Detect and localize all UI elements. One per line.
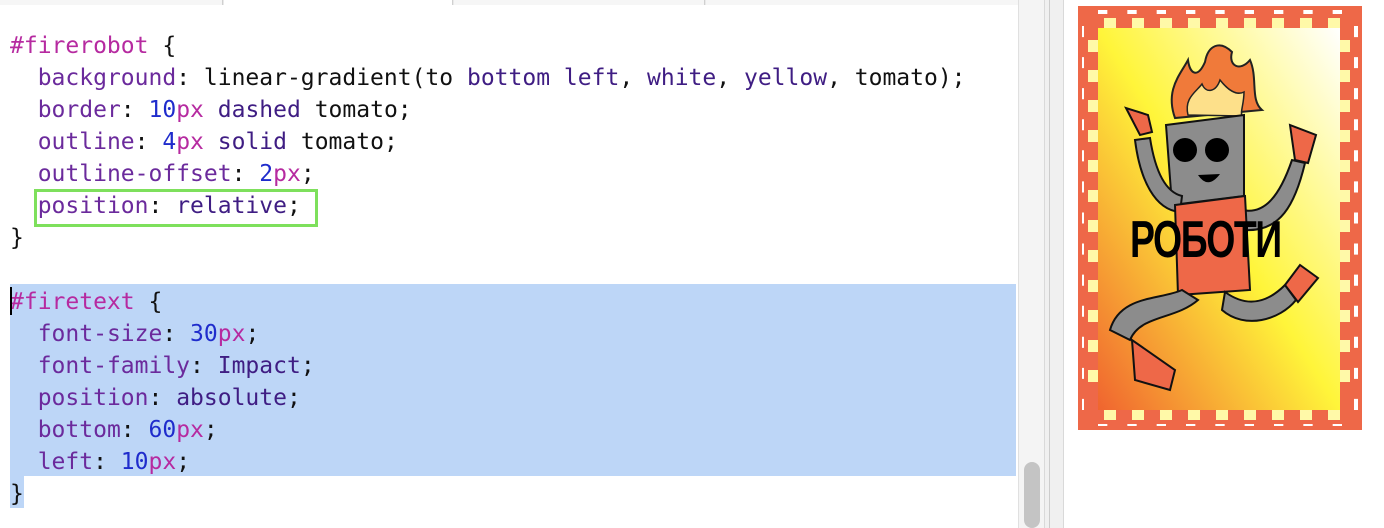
code-token: :: [134, 129, 163, 155]
code-token: #firetext: [10, 289, 135, 315]
code-token: 30: [190, 321, 218, 347]
code-token: ;: [245, 321, 260, 347]
code-token: : linear-gradient(to: [176, 65, 467, 91]
code-token: bottom left: [466, 65, 620, 91]
code-token: ,: [619, 65, 648, 91]
text-caret: [10, 287, 12, 315]
code-token: tomato;: [300, 97, 412, 123]
code-token: }: [10, 481, 24, 507]
code-token: px: [176, 129, 204, 155]
code-token: px: [273, 161, 301, 187]
code-line[interactable]: font-size: 30px;: [10, 318, 966, 350]
code-line[interactable]: #firetext {: [10, 286, 966, 318]
editor-scrollbar[interactable]: [1018, 0, 1045, 528]
code-token: outline: [37, 129, 135, 155]
code-line[interactable]: outline: 4px solid tomato;: [10, 126, 966, 158]
code-token: , tomato);: [827, 65, 966, 91]
code-token: {: [134, 289, 163, 315]
pane-splitter[interactable]: [1044, 0, 1064, 528]
code-lines[interactable]: #firerobot { background: linear-gradient…: [10, 30, 966, 510]
code-line[interactable]: outline-offset: 2px;: [10, 158, 966, 190]
code-token: tomato;: [287, 129, 398, 155]
code-token: :: [148, 385, 177, 411]
code-token: yellow: [743, 65, 828, 91]
firetext: РОБОТИ: [1130, 211, 1282, 269]
code-token: border: [37, 97, 121, 123]
code-line[interactable]: position: absolute;: [10, 382, 966, 414]
editor-scrollbar-thumb[interactable]: [1024, 462, 1040, 528]
code-token: :: [93, 449, 121, 475]
code-token: ;: [176, 449, 191, 475]
code-token: 4: [162, 129, 177, 155]
code-token: :: [190, 353, 218, 379]
code-token: ;: [286, 385, 301, 411]
code-token: Impact: [217, 353, 301, 379]
code-token: position: [37, 385, 149, 411]
code-token: px: [176, 417, 204, 443]
code-line[interactable]: background: linear-gradient(to bottom le…: [10, 62, 966, 94]
code-token: px: [148, 449, 177, 475]
code-token: ;: [300, 353, 315, 379]
code-token: bottom: [37, 417, 121, 443]
code-token: absolute: [176, 385, 287, 411]
code-line[interactable]: border: 10px dashed tomato;: [10, 94, 966, 126]
code-token: 10: [148, 97, 177, 123]
code-token: 2: [259, 161, 274, 187]
code-line[interactable]: }: [10, 478, 966, 510]
code-token: solid: [217, 129, 288, 155]
code-token: ;: [300, 161, 315, 187]
code-token: :: [120, 97, 149, 123]
code-line[interactable]: #firerobot {: [10, 30, 966, 62]
position-relative-highlight: [34, 189, 318, 227]
code-token: font-family: [37, 353, 191, 379]
code-token: left: [37, 449, 94, 475]
code-token: #firerobot: [10, 33, 149, 59]
code-token: outline-offset: [37, 161, 232, 187]
code-token: background: [37, 65, 177, 91]
code-line[interactable]: font-family: Impact;: [10, 350, 966, 382]
code-line[interactable]: bottom: 60px;: [10, 414, 966, 446]
splitter-grip: [1049, 0, 1050, 528]
code-line[interactable]: left: 10px;: [10, 446, 966, 478]
code-token: :: [231, 161, 260, 187]
code-token: 60: [148, 417, 177, 443]
code-token: px: [217, 321, 246, 347]
code-token: }: [10, 225, 24, 251]
code-token: 10: [120, 449, 149, 475]
code-token: :: [120, 417, 149, 443]
code-token: px: [176, 97, 204, 123]
code-token: {: [148, 33, 177, 59]
code-token: dashed: [217, 97, 301, 123]
code-token: ;: [203, 417, 218, 443]
code-token: ,: [716, 65, 744, 91]
code-line[interactable]: [10, 254, 966, 286]
code-token: font-size: [37, 321, 163, 347]
code-token: white: [647, 65, 717, 91]
code-token: :: [162, 321, 191, 347]
